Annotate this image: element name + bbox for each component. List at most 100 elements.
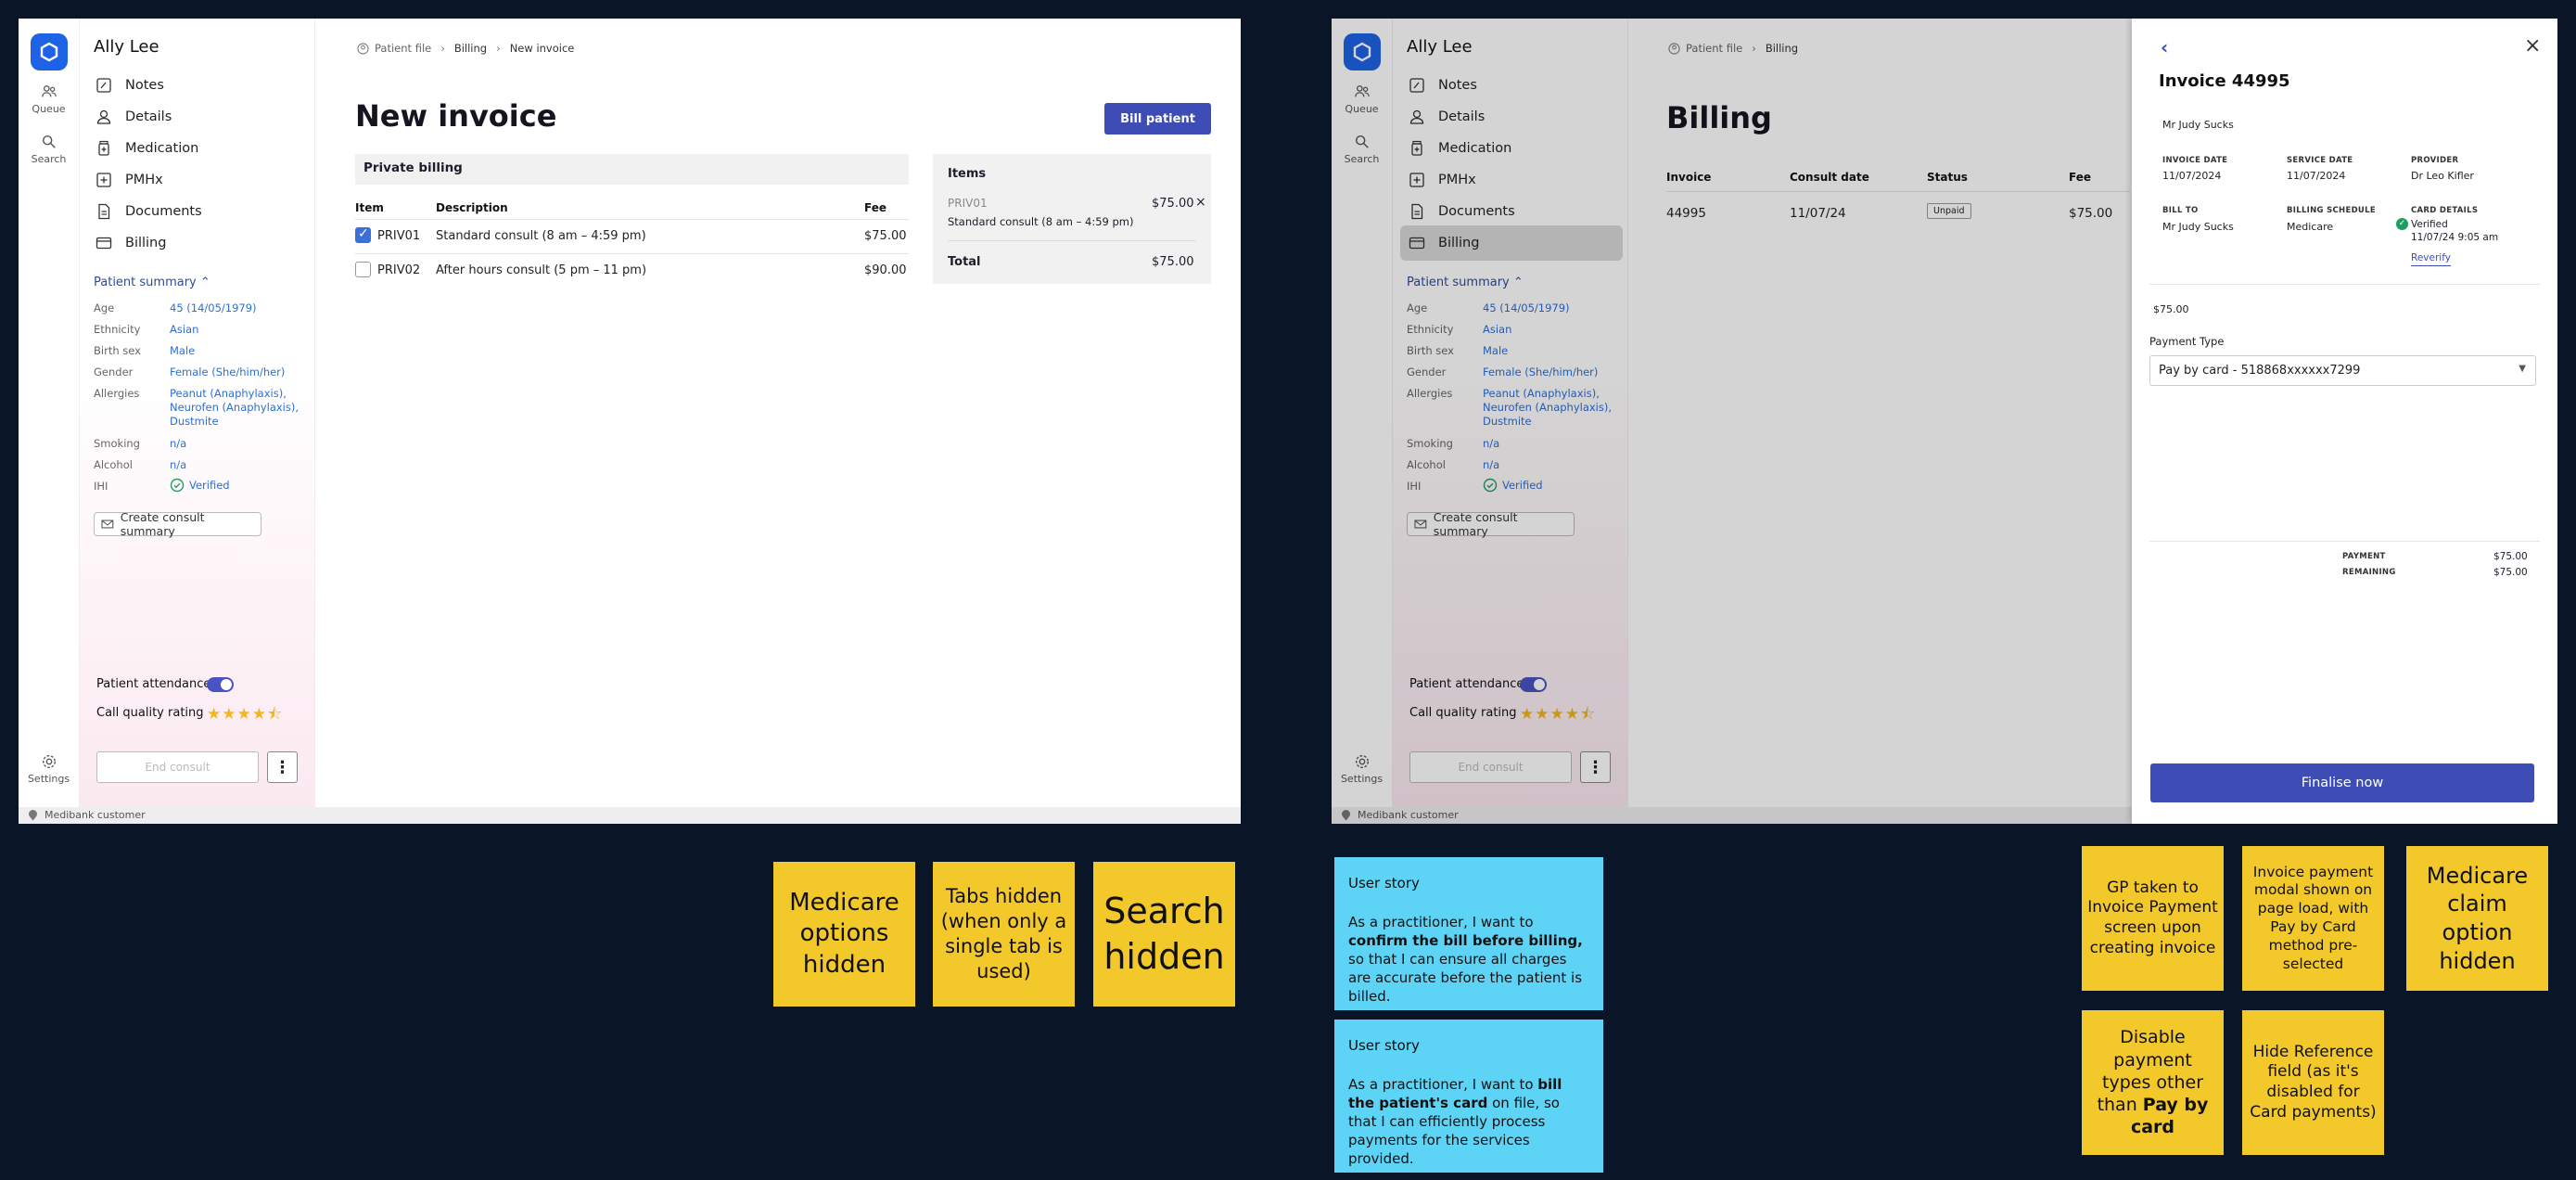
birth-sex-label: Birth sex (1407, 344, 1454, 357)
invoice-number[interactable]: 44995 (1666, 206, 1706, 221)
bill-patient-button[interactable]: Bill patient (1104, 103, 1211, 135)
finalise-now-button[interactable]: Finalise now (2150, 763, 2534, 802)
star-rating[interactable]: ★★★★⯪ (1520, 702, 1596, 729)
user-story-heading: User story (1348, 875, 1420, 891)
nav-documents[interactable]: Documents (87, 194, 310, 229)
patient-summary-toggle[interactable]: Patient summary ⌃ (94, 276, 210, 289)
nav-medication[interactable]: Medication (1400, 131, 1623, 166)
star-rating[interactable]: ★★★★⯪ (207, 702, 283, 729)
row-description: After hours consult (5 pm – 11 pm) (436, 263, 647, 277)
total-value: $75.00 (1152, 255, 1194, 269)
settings-button[interactable]: Settings (19, 753, 79, 785)
allergies-value: Peanut (Anaphylaxis), Neurofen (Anaphyla… (170, 387, 300, 428)
remove-item-icon[interactable]: × (1195, 195, 1206, 210)
end-consult-button[interactable]: End consult (1409, 751, 1572, 783)
gender-label: Gender (94, 366, 134, 378)
ethnicity-value: Asian (1483, 323, 1512, 336)
bill-to-value: Mr Judy Sucks (2162, 221, 2234, 233)
payment-label: PAYMENT (2342, 552, 2386, 561)
settings-button[interactable]: Settings (1332, 753, 1392, 785)
birth-sex-value: Male (1483, 344, 1509, 357)
nav-billing[interactable]: Billing (87, 225, 310, 261)
queue-button[interactable]: Queue (1332, 83, 1392, 115)
nav-notes[interactable]: Notes (1400, 68, 1623, 103)
nav-details[interactable]: Details (87, 99, 310, 135)
new-invoice-screen: Queue Search Settings Ally Lee Notes Det… (19, 19, 1241, 824)
nav-label: Documents (1438, 204, 1515, 219)
close-icon[interactable]: × (2524, 34, 2541, 58)
back-chevron-icon[interactable]: ‹ (2161, 36, 2168, 58)
breadcrumb-patient-file[interactable]: Patient file (375, 42, 431, 55)
end-consult-label: End consult (145, 761, 210, 774)
breadcrumb-billing[interactable]: Billing (454, 42, 487, 55)
search-button[interactable]: Search (19, 134, 79, 165)
caret-down-icon: ▼ (2519, 364, 2526, 374)
patient-attendance-label: Patient attendance (96, 677, 211, 691)
patient-attendance-toggle[interactable] (1520, 677, 1547, 692)
patient-name: Mr Judy Sucks (2162, 119, 2234, 131)
alcohol-label: Alcohol (94, 458, 133, 471)
invoice-date-value: 11/07/2024 (2162, 170, 2222, 182)
divider (355, 219, 909, 220)
patient-summary-toggle[interactable]: Patient summary ⌃ (1407, 276, 1524, 289)
settings-label: Settings (27, 773, 70, 785)
create-consult-summary-label: Create consult summary (120, 510, 205, 538)
star-icon: ★ (236, 705, 252, 724)
sticky-disable-payment-types: Disable payment types other than Pay by … (2082, 1010, 2224, 1155)
billing-schedule-label: BILLING SCHEDULE (2287, 206, 2376, 215)
check-circle-icon (1483, 478, 1498, 493)
nav-label: Details (125, 109, 172, 124)
more-options-button[interactable]: ⋮ (267, 751, 298, 783)
nav-notes[interactable]: Notes (87, 68, 310, 103)
modal-title: Invoice 44995 (2159, 71, 2290, 91)
sticky-medicare-hidden: Medicare options hidden (773, 862, 915, 1007)
create-consult-summary-button[interactable]: Create consult summary (1407, 510, 1575, 538)
queue-button[interactable]: Queue (19, 83, 79, 115)
smoking-label: Smoking (1407, 437, 1453, 450)
patient-attendance-toggle[interactable] (207, 677, 234, 692)
nav-documents[interactable]: Documents (1400, 194, 1623, 229)
age-value: 45 (14/05/1979) (170, 301, 257, 314)
col-fee: Fee (2069, 171, 2091, 184)
payment-type-value: Pay by card - 518868xxxxxx7299 (2159, 364, 2361, 378)
breadcrumb-patient-file[interactable]: Patient file (1686, 42, 1742, 55)
alcohol-value: n/a (170, 458, 187, 471)
create-consult-summary-button[interactable]: Create consult summary (94, 510, 261, 538)
search-icon (1355, 135, 1369, 148)
sticky-search-hidden: Search hidden (1093, 862, 1235, 1007)
sticky-text: Tabs hidden (when only a single tab is u… (940, 885, 1067, 982)
patient-summary-title: Patient summary (94, 276, 197, 289)
payment-type-select[interactable]: Pay by card - 518868xxxxxx7299 ▼ (2149, 355, 2536, 386)
more-vertical-icon: ⋮ (1587, 757, 1604, 777)
provider-label: PROVIDER (2411, 156, 2459, 165)
footer-label: Medibank customer (45, 809, 146, 821)
breadcrumb-billing: Billing (1765, 42, 1799, 55)
nav-details[interactable]: Details (1400, 99, 1623, 135)
sticky-text: Disable payment types other than Pay by … (2087, 1026, 2218, 1139)
check-circle-icon: ✓ (2396, 218, 2408, 230)
more-options-button[interactable]: ⋮ (1580, 751, 1611, 783)
search-button[interactable]: Search (1332, 134, 1392, 165)
ihi-value: Verified (170, 478, 309, 493)
nav-pmhx[interactable]: PMHx (1400, 162, 1623, 198)
row-description: Standard consult (8 am – 4:59 pm) (436, 229, 646, 243)
row-checkbox[interactable] (355, 226, 371, 243)
nav-billing[interactable]: Billing (1400, 225, 1623, 261)
app-logo-icon[interactable] (1344, 33, 1381, 71)
story-text: As a practitioner, I want to (1348, 914, 1534, 930)
status-footer: Medibank customer (19, 807, 1241, 824)
story-text: so that I can ensure all charges are acc… (1348, 951, 1583, 1005)
nav-medication[interactable]: Medication (87, 131, 310, 166)
medication-icon (1411, 140, 1422, 156)
app-logo-icon[interactable] (31, 33, 68, 71)
reverify-link[interactable]: Reverify (2411, 252, 2451, 266)
create-consult-summary-label: Create consult summary (1433, 510, 1518, 538)
end-consult-button[interactable]: End consult (96, 751, 259, 783)
sticky-text: Search hidden (1103, 891, 1225, 977)
nav-pmhx[interactable]: PMHx (87, 162, 310, 198)
private-billing-header: Private billing (355, 154, 909, 185)
service-date-label: SERVICE DATE (2287, 156, 2353, 165)
col-fee: Fee (864, 201, 886, 214)
row-checkbox[interactable] (355, 262, 371, 277)
smoking-value: n/a (170, 437, 187, 450)
